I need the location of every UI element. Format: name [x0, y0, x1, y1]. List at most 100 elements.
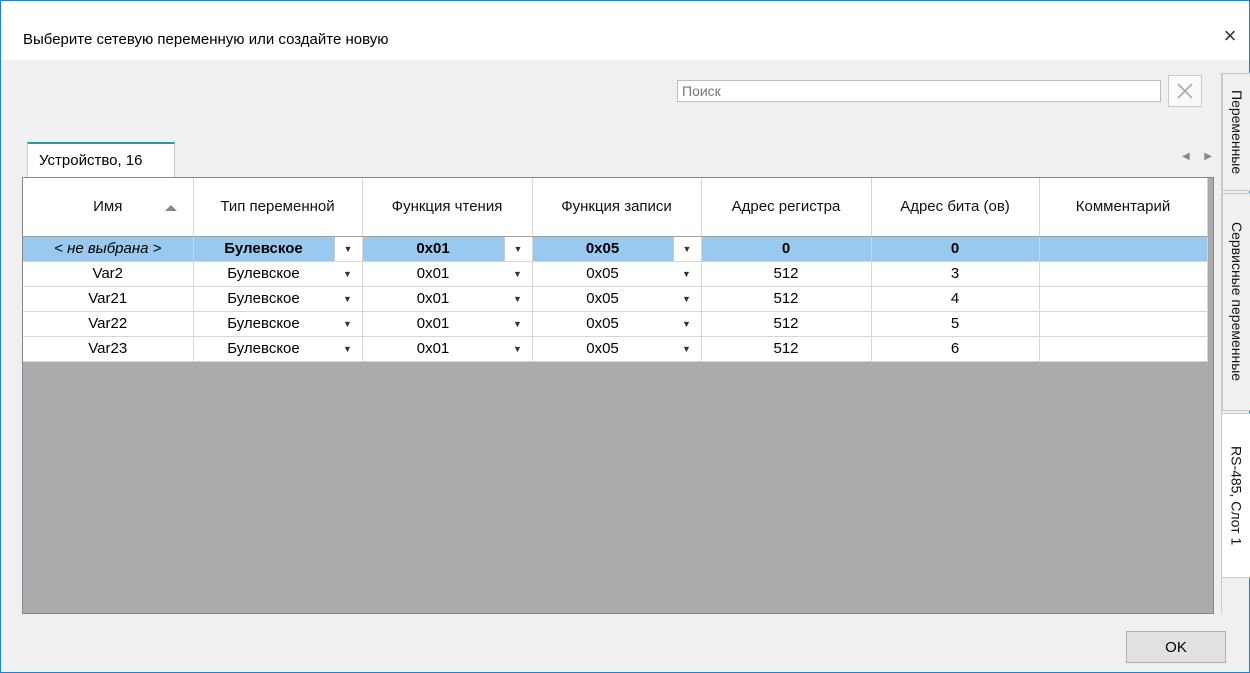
- table-row[interactable]: Var2 Булевское ▼ 0x01 ▼ 0x05 ▼ 512 3: [23, 261, 1208, 287]
- chevron-down-icon[interactable]: ▼: [673, 312, 701, 336]
- cell-bit-address[interactable]: 6: [871, 336, 1040, 362]
- close-icon[interactable]: ×: [1211, 21, 1249, 51]
- side-tab-variables[interactable]: Переменные: [1222, 73, 1250, 191]
- cell-type[interactable]: Булевское ▼: [193, 336, 363, 362]
- chevron-down-icon[interactable]: ▼: [334, 287, 362, 311]
- title-bar: Выберите сетевую переменную или создайте…: [1, 1, 1249, 60]
- cell-read-func[interactable]: 0x01 ▼: [362, 336, 533, 362]
- type-combo[interactable]: Булевское ▼: [194, 236, 361, 260]
- cell-type[interactable]: Булевское ▼: [193, 311, 363, 337]
- cell-read-func[interactable]: 0x01 ▼: [362, 286, 533, 312]
- ok-button[interactable]: OK: [1126, 631, 1226, 663]
- tab-scroll-left-icon[interactable]: ◀: [1182, 151, 1190, 167]
- cell-read-func[interactable]: 0x01 ▼: [362, 236, 533, 262]
- table-row[interactable]: Var22 Булевское ▼ 0x01 ▼ 0x05 ▼ 512 5: [23, 311, 1208, 337]
- side-tab-rs485-slot1[interactable]: RS-485, Слот 1: [1222, 413, 1250, 578]
- chevron-down-icon[interactable]: ▼: [334, 262, 362, 286]
- type-combo[interactable]: Булевское ▼: [194, 262, 362, 286]
- col-header-bit-address[interactable]: Адрес бита (ов): [871, 178, 1040, 237]
- col-header-name[interactable]: Имя: [23, 178, 194, 237]
- header-row: Имя Тип переменной Функция чтения Функци…: [23, 178, 1208, 237]
- variables-grid: Имя Тип переменной Функция чтения Функци…: [22, 177, 1214, 614]
- cell-read-func[interactable]: 0x01 ▼: [362, 261, 533, 287]
- col-header-type[interactable]: Тип переменной: [193, 178, 363, 237]
- cell-write-func[interactable]: 0x05 ▼: [532, 311, 702, 337]
- cell-bit-address[interactable]: 0: [871, 236, 1040, 262]
- search-clear-button[interactable]: [1168, 75, 1202, 107]
- col-header-read-func[interactable]: Функция чтения: [362, 178, 533, 237]
- cell-name[interactable]: Var2: [23, 261, 194, 287]
- chevron-down-icon[interactable]: ▼: [504, 337, 532, 361]
- chevron-down-icon[interactable]: ▼: [503, 236, 531, 260]
- chevron-down-icon[interactable]: ▼: [334, 312, 362, 336]
- table-row[interactable]: < не выбрана > Булевское ▼ 0x01 ▼ 0x05 ▼ 0 0: [23, 236, 1208, 262]
- side-tab-service-variables[interactable]: Сервисные переменные: [1222, 193, 1250, 411]
- col-header-register-address[interactable]: Адрес регистра: [701, 178, 872, 237]
- cell-bit-address[interactable]: 4: [871, 286, 1040, 312]
- write-func-combo[interactable]: 0x05 ▼: [533, 312, 701, 336]
- type-value: Булевское: [227, 290, 300, 307]
- variables-table: Имя Тип переменной Функция чтения Функци…: [23, 178, 1208, 362]
- type-combo[interactable]: Булевское ▼: [194, 337, 362, 361]
- cell-name[interactable]: < не выбрана >: [23, 236, 194, 262]
- chevron-down-icon[interactable]: ▼: [504, 312, 532, 336]
- cell-register-address[interactable]: 512: [701, 286, 872, 312]
- write-func-combo[interactable]: 0x05 ▼: [533, 337, 701, 361]
- type-combo[interactable]: Булевское ▼: [194, 287, 362, 311]
- cell-comment[interactable]: [1039, 336, 1208, 362]
- read-func-combo[interactable]: 0x01 ▼: [363, 312, 532, 336]
- chevron-down-icon[interactable]: ▼: [673, 287, 701, 311]
- table-row[interactable]: Var23 Булевское ▼ 0x01 ▼ 0x05 ▼ 512 6: [23, 336, 1208, 362]
- cell-type[interactable]: Булевское ▼: [193, 286, 363, 312]
- cell-bit-address[interactable]: 5: [871, 311, 1040, 337]
- cell-read-func[interactable]: 0x01 ▼: [362, 311, 533, 337]
- type-value: Булевское: [227, 265, 300, 282]
- type-combo[interactable]: Булевское ▼: [194, 312, 362, 336]
- read-func-combo[interactable]: 0x01 ▼: [363, 337, 532, 361]
- cell-comment[interactable]: [1039, 261, 1208, 287]
- read-func-combo[interactable]: 0x01 ▼: [363, 262, 532, 286]
- cell-write-func[interactable]: 0x05 ▼: [532, 286, 702, 312]
- col-header-comment[interactable]: Комментарий: [1039, 178, 1208, 237]
- cell-register-address[interactable]: 512: [701, 336, 872, 362]
- tab-device[interactable]: Устройство, 16: [27, 142, 175, 177]
- cell-name[interactable]: Var23: [23, 336, 194, 362]
- search-input[interactable]: Поиск: [677, 80, 1161, 102]
- write-func-value: 0x05: [586, 315, 619, 332]
- cell-write-func[interactable]: 0x05 ▼: [532, 236, 702, 262]
- tab-scroll-right-icon[interactable]: ▶: [1204, 151, 1212, 167]
- read-func-combo[interactable]: 0x01 ▼: [363, 287, 532, 311]
- chevron-down-icon[interactable]: ▼: [673, 262, 701, 286]
- cell-type[interactable]: Булевское ▼: [193, 261, 363, 287]
- cell-bit-address[interactable]: 3: [871, 261, 1040, 287]
- table-row[interactable]: Var21 Булевское ▼ 0x01 ▼ 0x05 ▼ 512 4: [23, 286, 1208, 312]
- chevron-down-icon[interactable]: ▼: [672, 236, 700, 260]
- cell-register-address[interactable]: 512: [701, 261, 872, 287]
- cell-comment[interactable]: [1039, 236, 1208, 262]
- chevron-down-icon[interactable]: ▼: [334, 337, 362, 361]
- write-func-value: 0x05: [586, 340, 619, 357]
- type-value: Булевское: [227, 315, 300, 332]
- cell-register-address[interactable]: 512: [701, 311, 872, 337]
- side-tab-label: Сервисные переменные: [1229, 222, 1245, 382]
- write-func-combo[interactable]: 0x05 ▼: [533, 236, 700, 260]
- write-func-combo[interactable]: 0x05 ▼: [533, 262, 701, 286]
- write-func-combo[interactable]: 0x05 ▼: [533, 287, 701, 311]
- col-header-write-func[interactable]: Функция записи: [532, 178, 702, 237]
- cell-name[interactable]: Var21: [23, 286, 194, 312]
- chevron-down-icon[interactable]: ▼: [504, 287, 532, 311]
- read-func-value: 0x01: [416, 290, 450, 307]
- cell-type[interactable]: Булевское ▼: [193, 236, 363, 262]
- cell-register-address[interactable]: 0: [701, 236, 872, 262]
- cell-comment[interactable]: [1039, 311, 1208, 337]
- chevron-down-icon[interactable]: ▼: [504, 262, 532, 286]
- dialog-window: Выберите сетевую переменную или создайте…: [0, 0, 1250, 673]
- cell-name[interactable]: Var22: [23, 311, 194, 337]
- cell-comment[interactable]: [1039, 286, 1208, 312]
- cell-write-func[interactable]: 0x05 ▼: [532, 336, 702, 362]
- chevron-down-icon[interactable]: ▼: [673, 337, 701, 361]
- read-func-combo[interactable]: 0x01 ▼: [363, 236, 531, 260]
- cell-write-func[interactable]: 0x05 ▼: [532, 261, 702, 287]
- chevron-down-icon[interactable]: ▼: [333, 236, 361, 260]
- sort-ascending-icon: [164, 205, 177, 211]
